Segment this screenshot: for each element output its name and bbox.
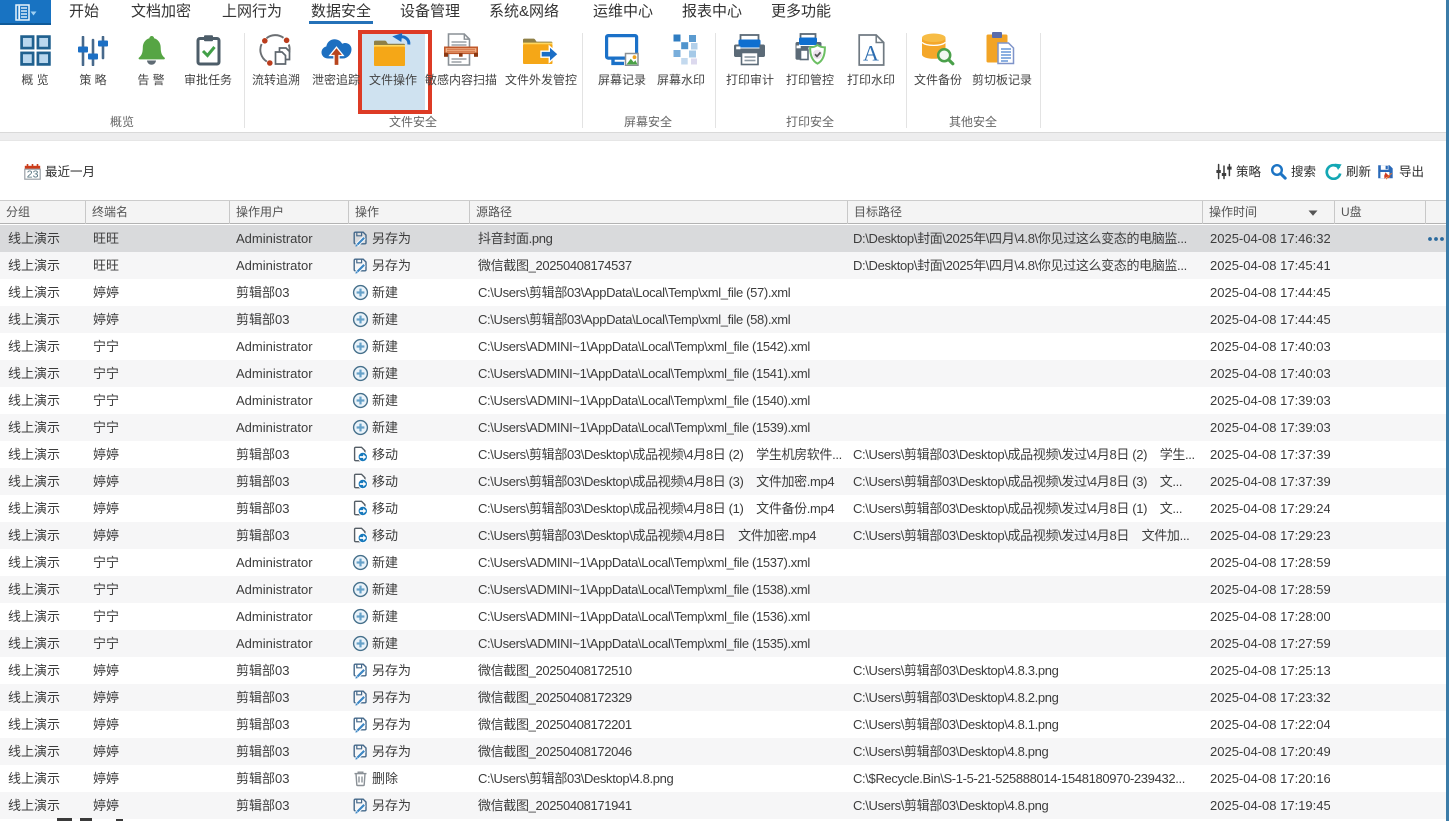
- svg-text:A: A: [863, 41, 879, 66]
- svg-text:23: 23: [27, 169, 39, 180]
